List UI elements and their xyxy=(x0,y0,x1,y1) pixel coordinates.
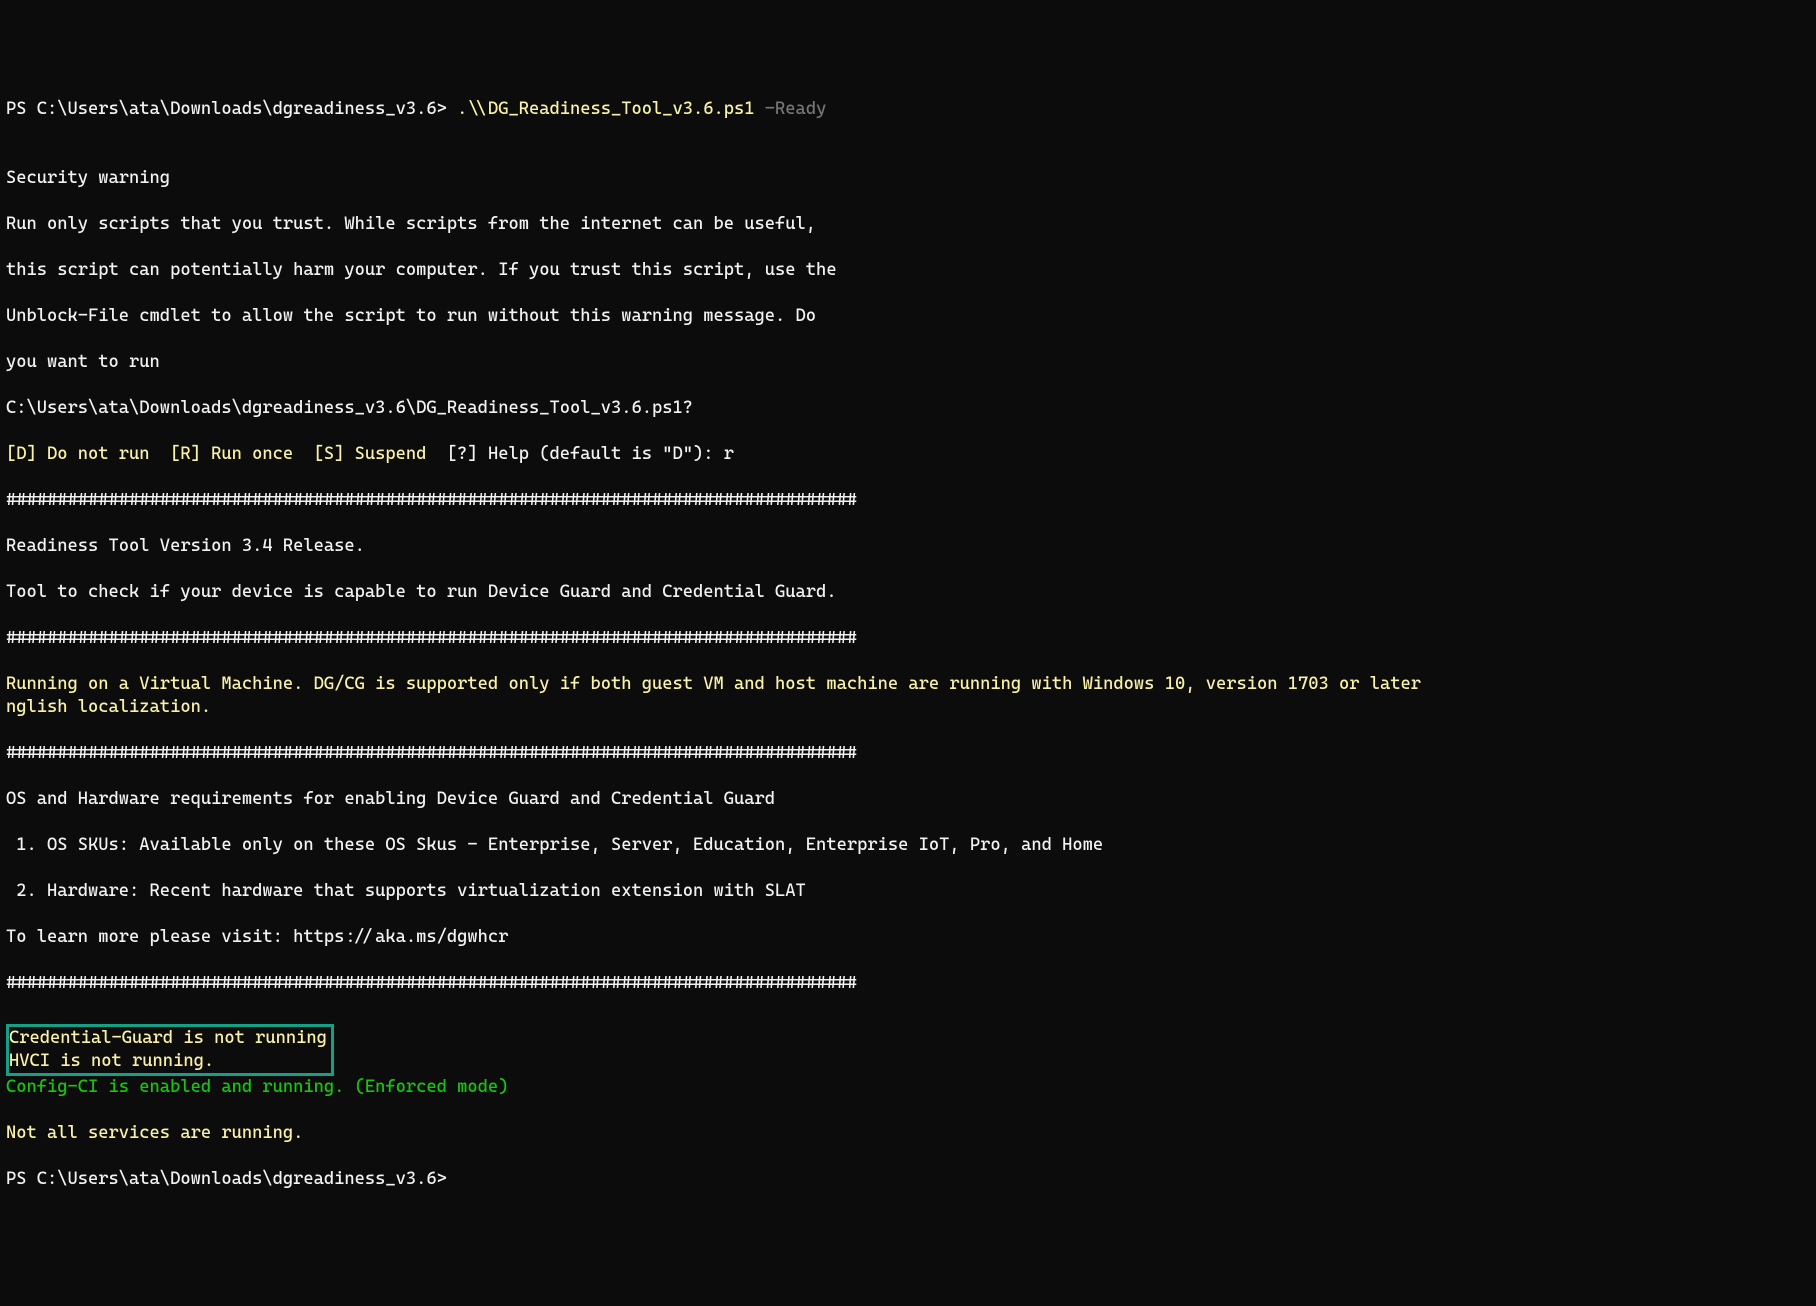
command-text: .\\DG_Readiness_Tool_v3.6.ps1 xyxy=(457,99,765,119)
ps-prompt-prefix: PS C:\Users\ata\Downloads\dgreadiness_v3… xyxy=(6,99,457,119)
divider: ########################################… xyxy=(6,627,1810,650)
requirements-hardware: 2. Hardware: Recent hardware that suppor… xyxy=(6,880,1810,903)
divider: ########################################… xyxy=(6,972,1810,995)
security-warning-path: C:\Users\ata\Downloads\dgreadiness_v3.6\… xyxy=(6,397,1810,420)
requirements-os: 1. OS SKUs: Available only on these OS S… xyxy=(6,834,1810,857)
vm-warning: Running on a Virtual Machine. DG/CG is s… xyxy=(6,673,1810,719)
tool-version: Readiness Tool Version 3.4 Release. xyxy=(6,535,1810,558)
command-flag: -Ready xyxy=(765,99,827,119)
ps-prompt-end: PS C:\Users\ata\Downloads\dgreadiness_v3… xyxy=(6,1168,1810,1191)
security-warning-text: this script can potentially harm your co… xyxy=(6,259,1810,282)
divider: ########################################… xyxy=(6,489,1810,512)
terminal-output[interactable]: PS C:\Users\ata\Downloads\dgreadiness_v3… xyxy=(6,98,1810,1191)
credential-guard-status: Credential-Guard is not running xyxy=(9,1028,327,1048)
run-options-help: [?] Help (default is "D"): r xyxy=(426,444,734,464)
security-warning-text: you want to run xyxy=(6,351,1810,374)
services-status: Not all services are running. xyxy=(6,1122,1810,1145)
tool-description: Tool to check if your device is capable … xyxy=(6,581,1810,604)
security-warning-text: Run only scripts that you trust. While s… xyxy=(6,213,1810,236)
config-ci-status: Config-CI is enabled and running. (Enfor… xyxy=(6,1076,1810,1099)
hvci-status: HVCI is not running. xyxy=(9,1051,214,1071)
divider: ########################################… xyxy=(6,742,1810,765)
security-warning-title: Security warning xyxy=(6,167,1810,190)
run-options: [D] Do not run [R] Run once [S] Suspend xyxy=(6,444,426,464)
requirements-header: OS and Hardware requirements for enablin… xyxy=(6,788,1810,811)
requirements-link: To learn more please visit: https://aka.… xyxy=(6,926,1810,949)
security-warning-text: Unblock-File cmdlet to allow the script … xyxy=(6,305,1810,328)
status-highlight-box: Credential-Guard is not running HVCI is … xyxy=(6,1024,334,1076)
